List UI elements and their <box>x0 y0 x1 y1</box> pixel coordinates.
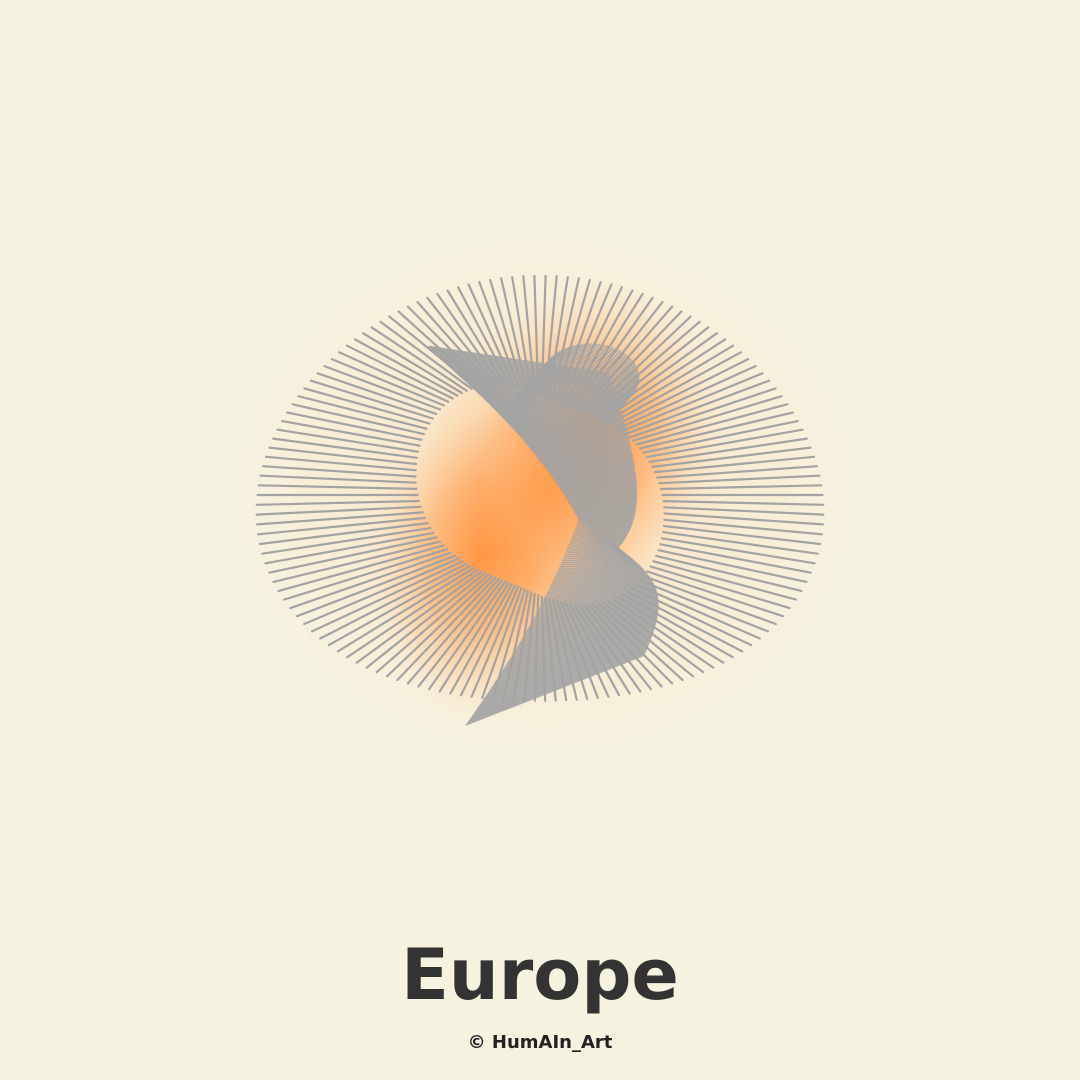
artwork-page: Europe © HumAIn_Art <box>0 0 1080 1080</box>
ribbon-line <box>560 563 640 567</box>
artwork-credit: © HumAIn_Art <box>467 1032 613 1053</box>
artwork-title: Europe <box>401 934 679 1016</box>
generative-artwork <box>215 220 875 770</box>
